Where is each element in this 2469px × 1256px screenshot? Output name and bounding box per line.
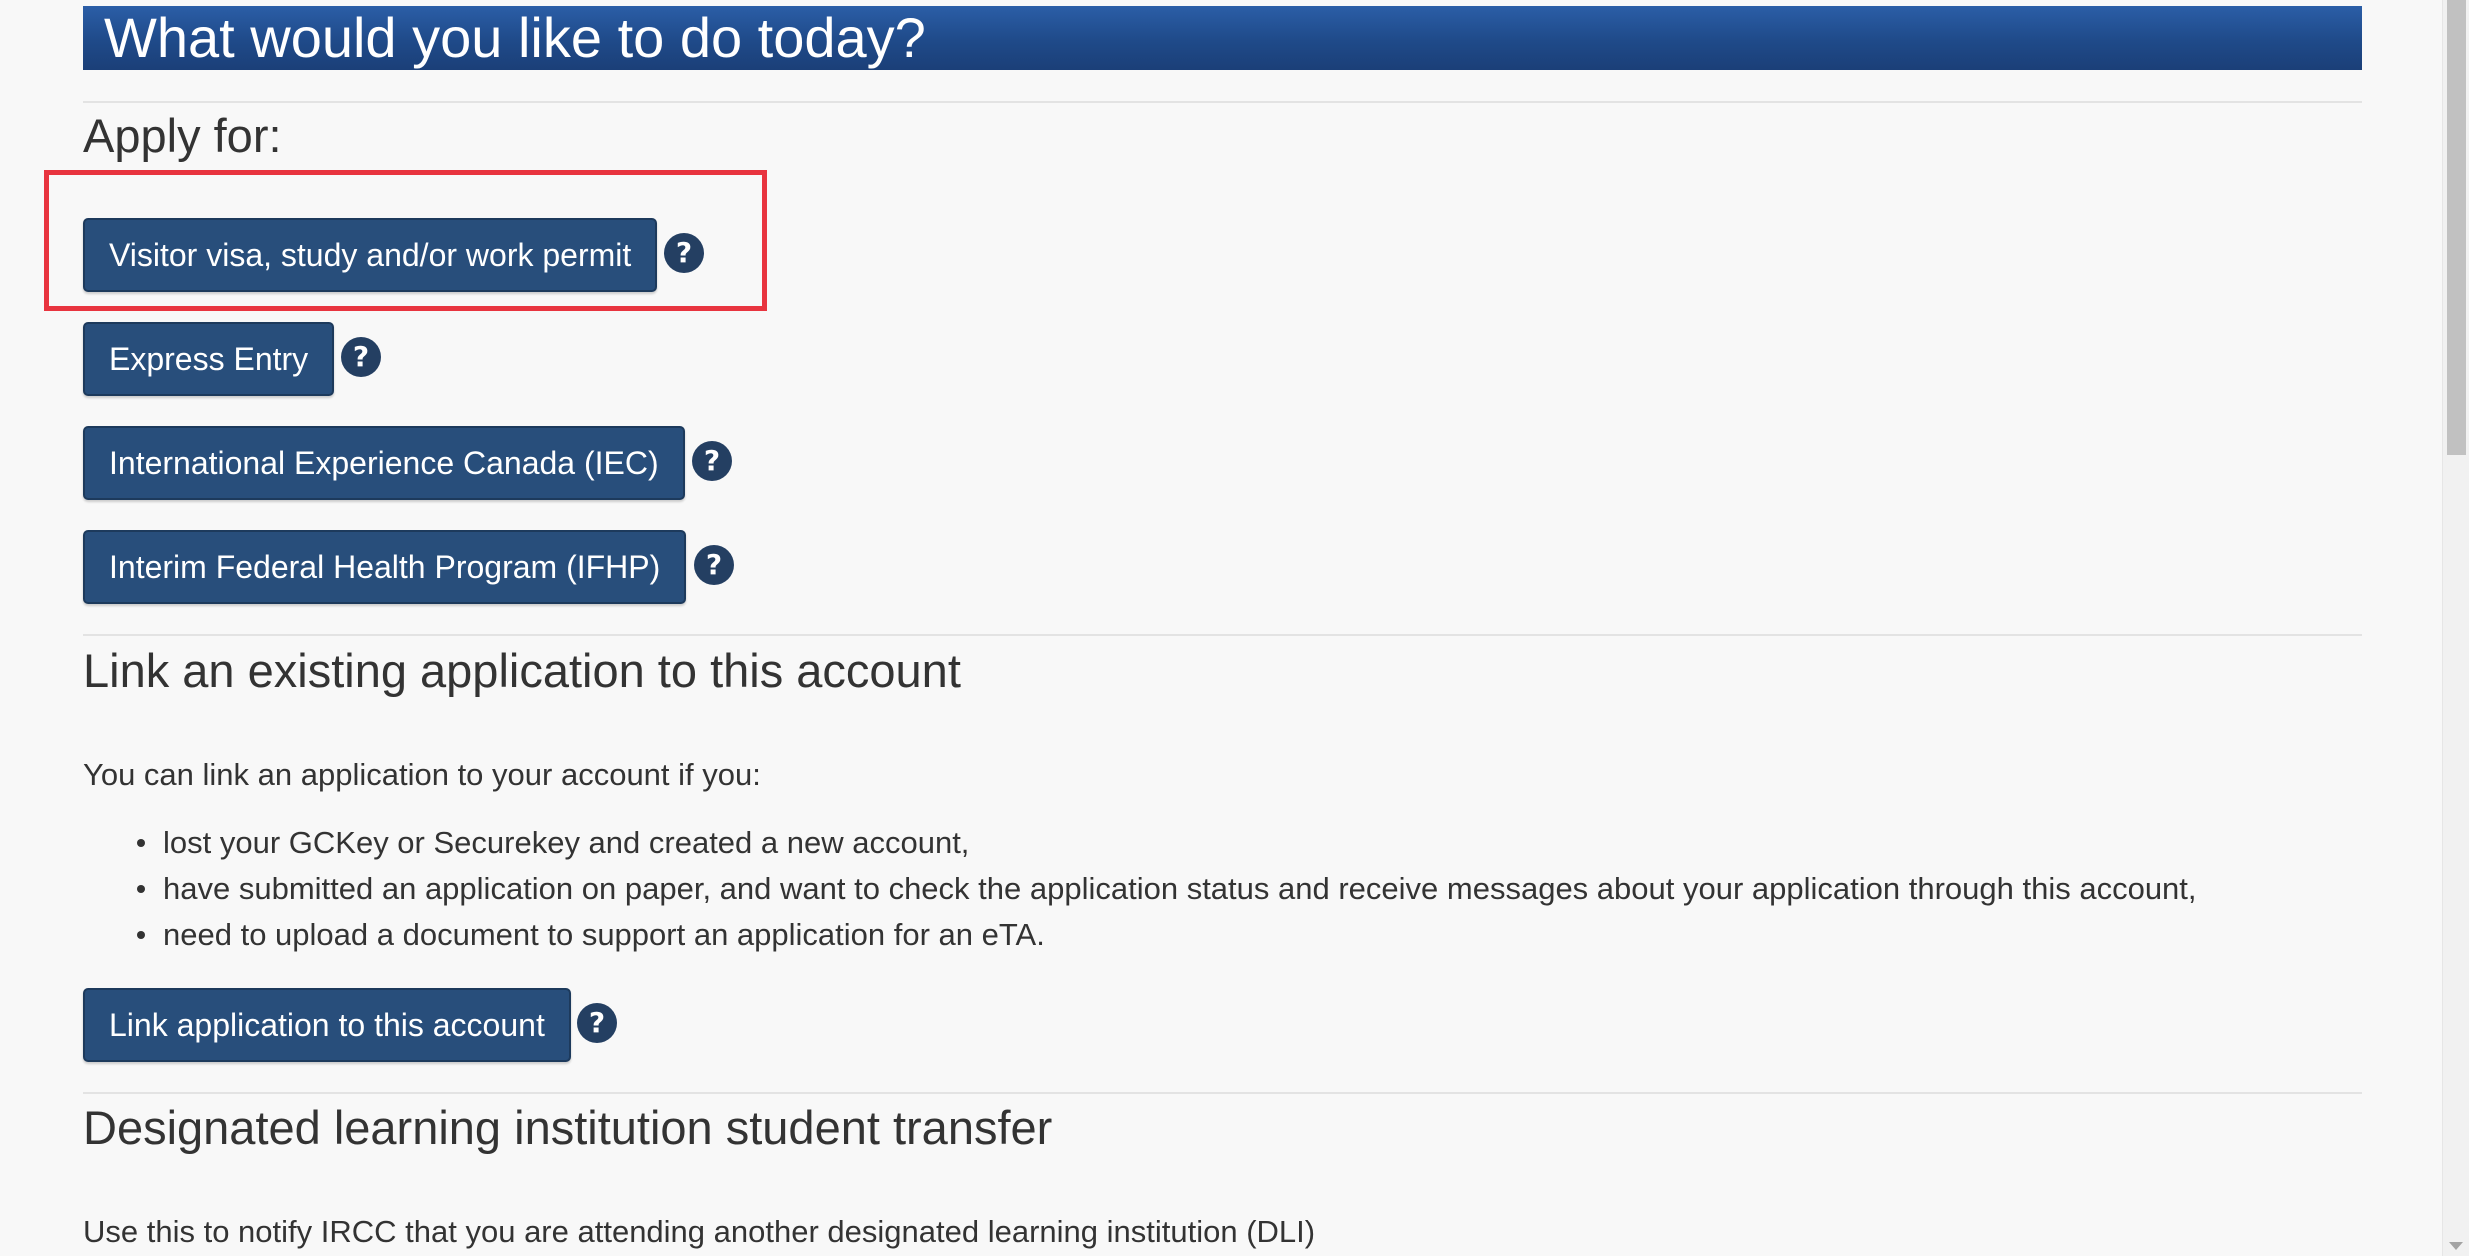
interim-federal-health-program-button[interactable]: Interim Federal Health Program (IFHP) xyxy=(83,530,687,604)
question-circle-icon[interactable]: ? xyxy=(694,545,734,585)
list-item-text: lost your GCKey or Securekey and created… xyxy=(163,825,970,860)
divider xyxy=(83,101,2362,103)
dli-transfer-intro: Use this to notify IRCC that you are att… xyxy=(83,1214,1316,1249)
question-circle-icon[interactable]: ? xyxy=(664,233,704,273)
divider xyxy=(83,1092,2362,1094)
link-application-bullet-list: lost your GCKey or Securekey and created… xyxy=(83,820,2197,958)
scrollbar-thumb[interactable] xyxy=(2447,0,2466,455)
apply-for-heading: Apply for: xyxy=(83,109,282,162)
list-item-text: have submitted an application on paper, … xyxy=(163,871,2197,906)
bullet-dot xyxy=(137,839,145,847)
list-item-text: need to upload a document to support an … xyxy=(163,917,1045,952)
link-application-button[interactable]: Link application to this account xyxy=(83,988,571,1062)
list-item: lost your GCKey or Securekey and created… xyxy=(83,820,2197,866)
bullet-dot xyxy=(137,931,145,939)
page-banner-title: What would you like to do today? xyxy=(83,6,2362,70)
divider xyxy=(83,634,2362,636)
international-experience-canada-button[interactable]: International Experience Canada (IEC) xyxy=(83,426,685,500)
bullet-dot xyxy=(137,885,145,893)
question-circle-icon[interactable]: ? xyxy=(577,1003,617,1043)
link-application-heading: Link an existing application to this acc… xyxy=(83,644,961,697)
link-application-intro: You can link an application to your acco… xyxy=(83,757,761,792)
page: What would you like to do today? Apply f… xyxy=(0,0,2469,1256)
question-circle-icon[interactable]: ? xyxy=(692,441,732,481)
express-entry-button[interactable]: Express Entry xyxy=(83,322,335,396)
list-item: have submitted an application on paper, … xyxy=(83,866,2197,912)
dli-transfer-heading: Designated learning institution student … xyxy=(83,1101,1053,1154)
question-circle-icon[interactable]: ? xyxy=(341,337,381,377)
list-item: need to upload a document to support an … xyxy=(83,912,2197,958)
visitor-visa-study-work-permit-button[interactable]: Visitor visa, study and/or work permit xyxy=(83,218,658,292)
scroll-down-arrow-icon[interactable] xyxy=(2449,1242,2463,1250)
vertical-scrollbar[interactable] xyxy=(2442,0,2469,1256)
